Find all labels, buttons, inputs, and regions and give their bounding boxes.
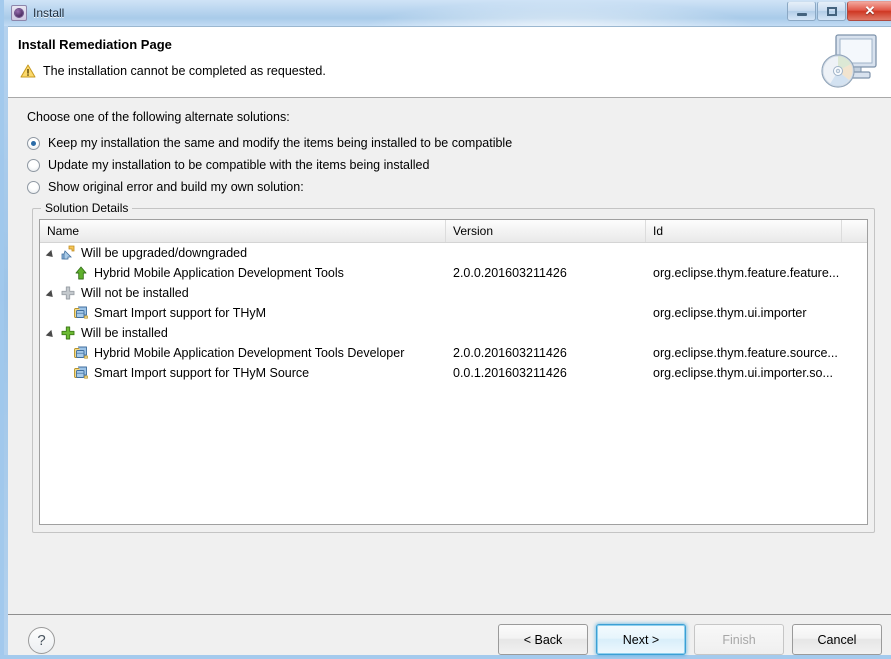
- dialog-client-area: Install Remediation Page The installatio…: [8, 26, 891, 655]
- row-label: Smart Import support for THyM Source: [94, 366, 310, 380]
- solution-details-group: Solution Details Name Version Id Will be…: [32, 201, 875, 533]
- minimize-icon: [796, 12, 807, 16]
- window-title: Install: [33, 6, 65, 20]
- radio-option-label: Show original error and build my own sol…: [48, 180, 304, 194]
- cell-name: Hybrid Mobile Application Development To…: [40, 345, 446, 361]
- table-row[interactable]: Smart Import support for THyM org.eclipse…: [40, 303, 867, 323]
- cell-name: Smart Import support for THyM Source: [40, 365, 446, 381]
- wizard-button-bar: < Back Next > Finish Cancel: [498, 624, 882, 655]
- cell-id: org.eclipse.thym.ui.importer.so...: [653, 366, 833, 380]
- maximize-icon: [826, 6, 837, 16]
- radio-option-update-installation[interactable]: Update my installation to be compatible …: [27, 158, 429, 172]
- feature-bundle-icon: [73, 345, 89, 361]
- row-label: Hybrid Mobile Application Development To…: [94, 266, 344, 280]
- row-label: Will be installed: [81, 326, 168, 340]
- warning-icon: [20, 64, 36, 78]
- cancel-button[interactable]: Cancel: [792, 624, 882, 655]
- column-header-version[interactable]: Version: [446, 220, 646, 242]
- table-row[interactable]: Hybrid Mobile Application Development To…: [40, 343, 867, 363]
- radio-option-label: Keep my installation the same and modify…: [48, 136, 513, 150]
- window-controls: ✕: [787, 1, 891, 21]
- table-body: Will be upgraded/downgraded Hybrid Mobile…: [40, 243, 867, 383]
- solution-details-group-label: Solution Details: [41, 201, 133, 215]
- cell-id: org.eclipse.thym.feature.source...: [653, 346, 838, 360]
- row-label: Will be upgraded/downgraded: [81, 246, 248, 260]
- table-row[interactable]: Will be upgraded/downgraded: [40, 243, 867, 263]
- radio-indicator[interactable]: [27, 180, 40, 194]
- feature-bundle-icon: [73, 305, 89, 321]
- radio-indicator[interactable]: [27, 136, 40, 150]
- cell-id: org.eclipse.thym.feature.feature...: [653, 266, 840, 280]
- eclipse-install-icon: [11, 5, 27, 21]
- minimize-button[interactable]: [787, 1, 816, 21]
- page-title: Install Remediation Page: [18, 37, 172, 52]
- solution-details-table[interactable]: Name Version Id Will be upgraded/downgra…: [39, 219, 868, 525]
- status-message-text: The installation cannot be completed as …: [43, 64, 326, 78]
- table-header-row: Name Version Id: [40, 220, 867, 243]
- radio-option-show-original-error[interactable]: Show original error and build my own sol…: [27, 180, 304, 194]
- wizard-body: Choose one of the following alternate so…: [8, 98, 891, 656]
- next-button[interactable]: Next >: [596, 624, 686, 655]
- title-bar: Install ✕: [4, 0, 891, 26]
- cell-name: Smart Import support for THyM: [40, 305, 446, 321]
- back-button[interactable]: < Back: [498, 624, 588, 655]
- row-label: Hybrid Mobile Application Development To…: [94, 346, 405, 360]
- cell-version: 2.0.0.201603211426: [453, 266, 567, 280]
- column-header-id[interactable]: Id: [646, 220, 842, 242]
- status-message-row: The installation cannot be completed as …: [20, 64, 326, 78]
- help-icon: ?: [37, 632, 46, 649]
- table-row[interactable]: Hybrid Mobile Application Development To…: [40, 263, 867, 283]
- choose-solution-label: Choose one of the following alternate so…: [27, 110, 290, 124]
- feature-bundle-icon: [73, 365, 89, 381]
- table-row[interactable]: Will be installed: [40, 323, 867, 343]
- close-icon: ✕: [864, 3, 876, 18]
- finish-button: Finish: [694, 624, 784, 655]
- help-button[interactable]: ?: [28, 627, 55, 654]
- cell-name: Will be upgraded/downgraded: [40, 245, 446, 261]
- expand-collapse-arrow-icon[interactable]: [47, 289, 56, 298]
- cell-name: Will not be installed: [40, 285, 446, 301]
- radio-option-label: Update my installation to be compatible …: [48, 158, 430, 172]
- cell-version: 2.0.0.201603211426: [453, 346, 567, 360]
- radio-indicator[interactable]: [27, 158, 40, 172]
- upgrade-downgrade-icon: [60, 245, 76, 261]
- wizard-header: Install Remediation Page The installatio…: [8, 27, 891, 98]
- install-monitor-disc-icon: [818, 33, 880, 91]
- table-row[interactable]: Will not be installed: [40, 283, 867, 303]
- cell-name: Will be installed: [40, 325, 446, 341]
- green-up-arrow-icon: [73, 265, 89, 281]
- install-dialog-window: Install ✕ Install Remediation Page The i…: [0, 0, 891, 659]
- maximize-button[interactable]: [817, 1, 846, 21]
- close-button[interactable]: ✕: [847, 1, 891, 21]
- row-label: Will not be installed: [81, 286, 189, 300]
- row-label: Smart Import support for THyM: [94, 306, 267, 320]
- footer-separator: [8, 614, 891, 615]
- green-plus-icon: [60, 325, 76, 341]
- cell-version: 0.0.1.201603211426: [453, 366, 567, 380]
- column-header-name[interactable]: Name: [40, 220, 446, 242]
- table-row[interactable]: Smart Import support for THyM Source 0.0.…: [40, 363, 867, 383]
- expand-collapse-arrow-icon[interactable]: [47, 329, 56, 338]
- titlebar-glow: [360, 0, 762, 26]
- cell-name: Hybrid Mobile Application Development To…: [40, 265, 446, 281]
- gray-plus-icon: [60, 285, 76, 301]
- expand-collapse-arrow-icon[interactable]: [47, 249, 56, 258]
- cell-id: org.eclipse.thym.ui.importer: [653, 306, 807, 320]
- radio-option-keep-installation[interactable]: Keep my installation the same and modify…: [27, 136, 512, 150]
- column-header-blank[interactable]: [842, 220, 867, 242]
